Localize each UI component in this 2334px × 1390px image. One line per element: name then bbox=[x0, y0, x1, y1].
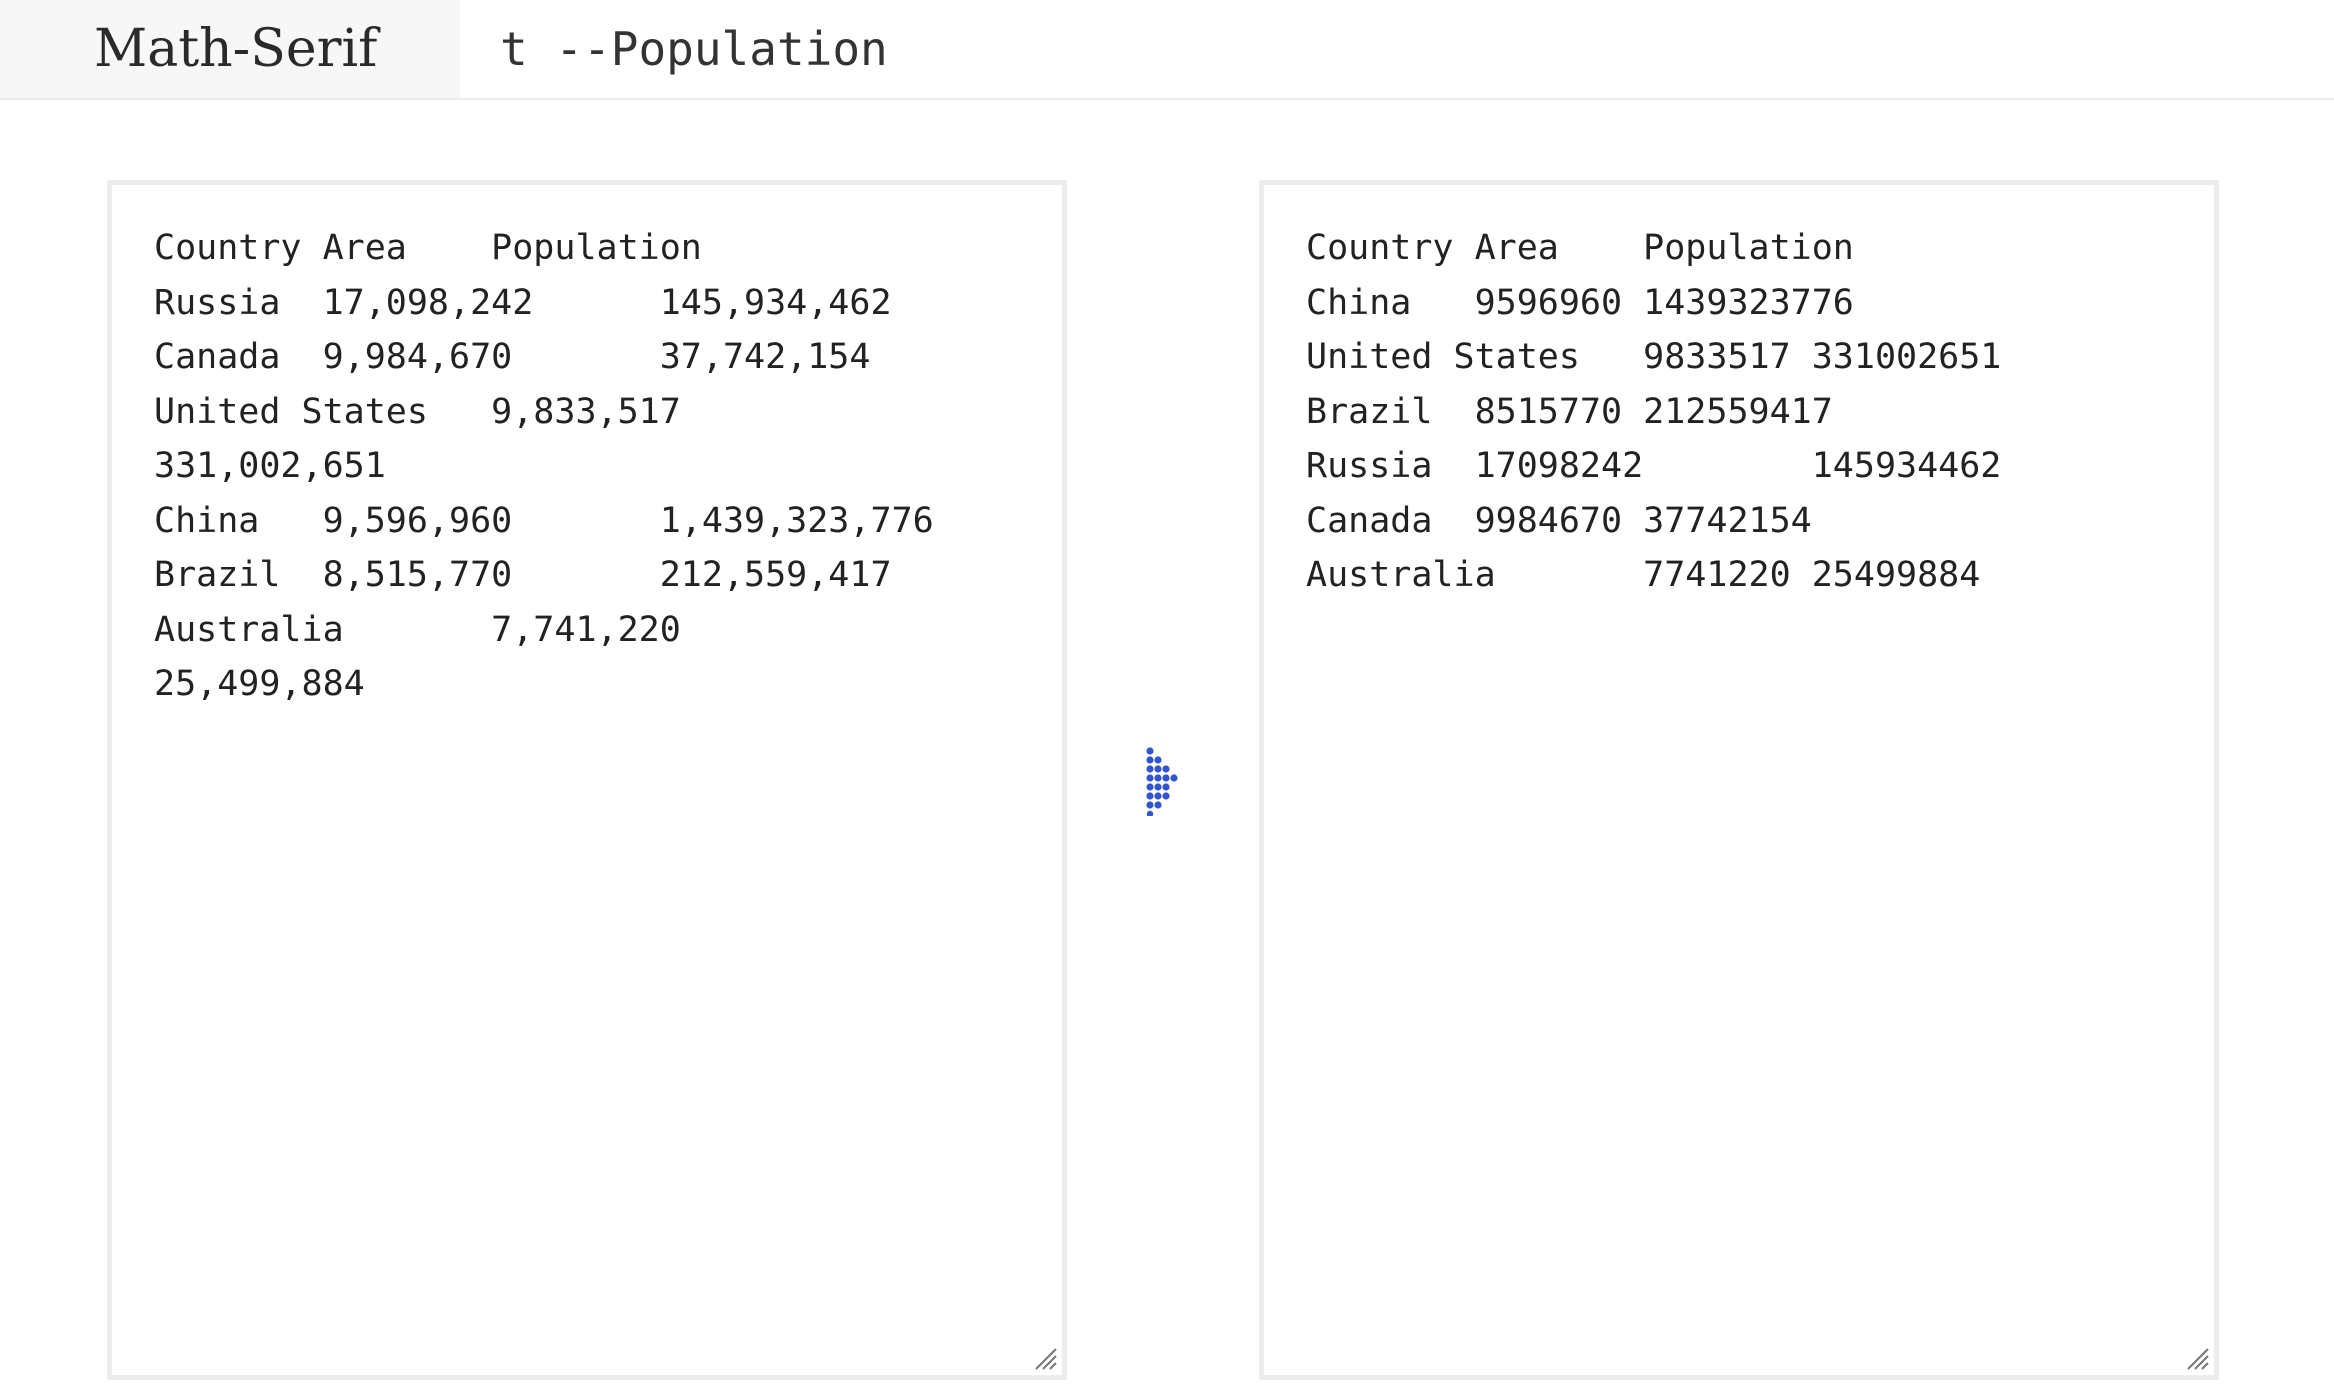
output-textarea[interactable]: Country Area Population China 9596960 14… bbox=[1259, 180, 2219, 1380]
input-textarea[interactable]: Country Area Population Russia 17,098,24… bbox=[107, 180, 1067, 1380]
output-text[interactable]: Country Area Population China 9596960 14… bbox=[1306, 221, 2172, 603]
input-text[interactable]: Country Area Population Russia 17,098,24… bbox=[154, 221, 1020, 712]
top-bar: Math-Serif t --Population bbox=[0, 0, 2334, 100]
resize-handle-icon[interactable] bbox=[2184, 1345, 2210, 1371]
font-tab-math-serif[interactable]: Math-Serif bbox=[0, 0, 460, 98]
command-text: t --Population bbox=[500, 22, 888, 76]
dotted-arrow-right-icon[interactable] bbox=[1140, 746, 1180, 816]
resize-handle-icon[interactable] bbox=[1032, 1345, 1058, 1371]
